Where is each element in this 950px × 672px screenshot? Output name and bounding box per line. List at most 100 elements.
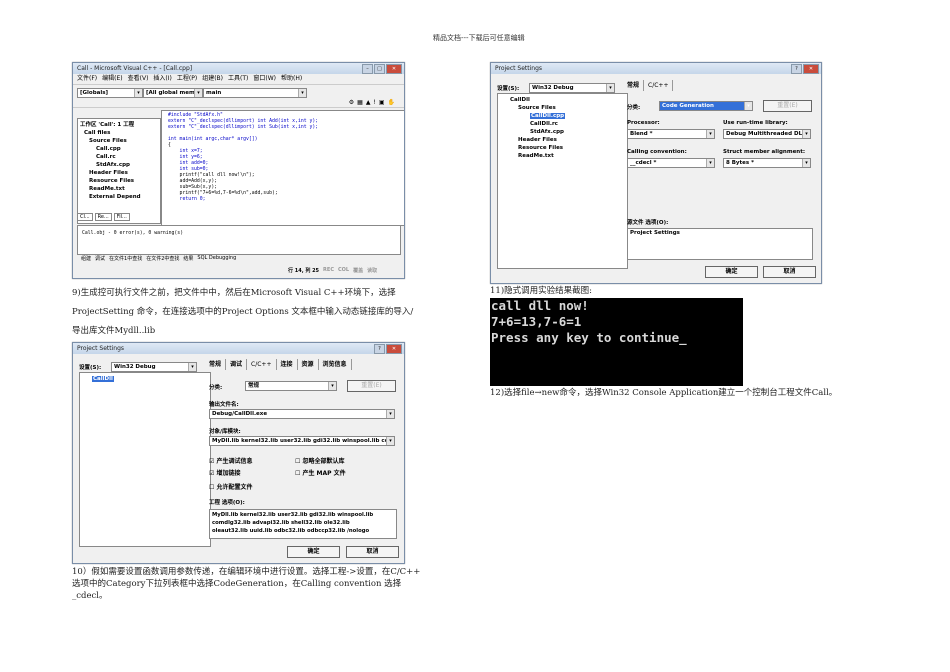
tree-readme[interactable]: ReadMe.txt: [504, 152, 621, 160]
tab-fileview[interactable]: Fil...: [113, 213, 130, 221]
cancel-button[interactable]: 取消: [763, 266, 816, 278]
checkbox-label: 允许配置文件: [216, 484, 253, 491]
tab-browse-info[interactable]: 浏览信息: [319, 359, 352, 370]
dialog-title: Project Settings: [77, 345, 125, 352]
menu-help[interactable]: 帮助(H): [281, 74, 302, 84]
settings-tabs: 常规 调试 C/C++ 连接 资源 浏览信息: [205, 359, 352, 370]
vc-ide-screenshot: Call - Microsoft Visual C++ - [Call.cpp]…: [72, 62, 405, 279]
tree-header-files[interactable]: Header Files: [80, 169, 158, 177]
tab-general[interactable]: 常规: [623, 80, 645, 91]
output-tab[interactable]: 结果: [183, 255, 193, 262]
checkbox-incremental[interactable]: ☑ 增加链接: [209, 468, 240, 477]
checkbox-label: 产生 MAP 文件: [302, 470, 346, 477]
calling-convention-combo[interactable]: __cdecl *: [627, 158, 715, 168]
tab-classview[interactable]: Cl...: [77, 213, 93, 221]
tab-debug[interactable]: 调试: [226, 359, 248, 370]
tree-calldll-cpp[interactable]: CallDll.cpp: [530, 113, 566, 119]
menu-insert[interactable]: 插入(I): [153, 74, 171, 84]
tree-external[interactable]: External Depend: [80, 193, 158, 201]
tree-resource-files[interactable]: Resource Files: [504, 144, 621, 152]
menu-project[interactable]: 工程(P): [177, 74, 197, 84]
settings-combo[interactable]: Win32 Debug: [111, 362, 197, 372]
maximize-icon[interactable]: □: [374, 64, 385, 74]
build-toolbar-icons[interactable]: ⚙▦▲!▣✋: [349, 99, 398, 106]
menu-window[interactable]: 窗口(W): [253, 74, 276, 84]
tree-resource-files[interactable]: Resource Files: [80, 177, 158, 185]
tree-call-cpp[interactable]: Call.cpp: [80, 145, 158, 153]
menu-build[interactable]: 组建(B): [202, 74, 223, 84]
menu-file[interactable]: 文件(F): [77, 74, 97, 84]
processor-label: Processor:: [627, 120, 660, 126]
help-icon[interactable]: ?: [791, 64, 802, 74]
function-combo[interactable]: main: [203, 88, 307, 98]
runtime-library-combo[interactable]: Debug Multithreaded DL: [723, 129, 811, 139]
tree-header-files[interactable]: Header Files: [504, 136, 621, 144]
status-rec: REC: [323, 267, 334, 273]
output-tab[interactable]: 在文件1中查找: [109, 255, 142, 262]
tree-call-files[interactable]: Call files: [80, 129, 158, 137]
struct-alignment-combo[interactable]: 8 Bytes *: [723, 158, 811, 168]
checkbox-label: 增加链接: [216, 470, 241, 477]
tree-stdafx[interactable]: StdAfx.cpp: [80, 161, 158, 169]
tree-calldll[interactable]: CallDll: [92, 376, 114, 382]
tree-calldll[interactable]: CallDll: [504, 96, 621, 104]
category-combo[interactable]: 常规: [245, 381, 337, 391]
checkbox-debug-info[interactable]: ☑ 产生调试信息: [209, 456, 252, 465]
tree-call-rc[interactable]: Call.rc: [80, 153, 158, 161]
processor-combo[interactable]: Blend *: [627, 129, 715, 139]
tab-cpp[interactable]: C/C++: [644, 80, 674, 91]
menu-bar: 文件(F) 编辑(E) 查看(V) 插入(I) 工程(P) 组建(B) 工具(T) 窗口(W)…: [73, 74, 404, 85]
close-icon[interactable]: ✕: [803, 64, 819, 74]
console-output-screenshot: call dll now! 7+6=13,7-6=1 Press any key…: [490, 298, 743, 386]
tab-general[interactable]: 常规: [205, 359, 227, 370]
checkbox-map-file[interactable]: ☐ 产生 MAP 文件: [295, 468, 346, 477]
category-combo[interactable]: Code Generation: [659, 101, 753, 111]
reset-button[interactable]: 重置(E): [347, 380, 396, 392]
document-page: 精品文档---下载后可任意编辑 Call - Microsoft Visual …: [0, 0, 950, 672]
menu-view[interactable]: 查看(V): [128, 74, 149, 84]
tree-readme[interactable]: ReadMe.txt: [80, 185, 158, 193]
ok-button[interactable]: 确定: [705, 266, 758, 278]
output-tab[interactable]: 在文件2中查找: [146, 255, 179, 262]
tab-link[interactable]: 连接: [277, 359, 298, 370]
output-filename-input[interactable]: Debug/CallDll.exe: [209, 409, 395, 419]
tree-stdafx[interactable]: StdAfx.cpp: [504, 128, 621, 136]
workspace-tabs: Cl... Re... Fil...: [77, 213, 130, 221]
text-line: comdlg32.lib advapi32.lib shell32.lib ol…: [212, 520, 350, 526]
menu-edit[interactable]: 编辑(E): [102, 74, 122, 84]
modules-input[interactable]: MyDll.lib kernel32.lib user32.lib gdi32.…: [209, 436, 395, 446]
settings-combo[interactable]: Win32 Debug: [529, 83, 615, 93]
title-bar: Project Settings? ✕: [73, 343, 404, 354]
output-tab[interactable]: 调试: [95, 255, 105, 262]
members-combo[interactable]: [All global members]: [143, 88, 203, 98]
tab-resourceview[interactable]: Re...: [94, 213, 112, 221]
tree-calldll-rc[interactable]: CallDll.rc: [504, 120, 621, 128]
globals-combo[interactable]: [Globals]: [77, 88, 143, 98]
minimize-icon[interactable]: –: [362, 64, 373, 74]
ok-button[interactable]: 确定: [287, 546, 340, 558]
struct-alignment-label: Struct member alignment:: [723, 149, 806, 155]
close-icon[interactable]: ✕: [386, 344, 402, 354]
menu-tools[interactable]: 工具(T): [228, 74, 248, 84]
step-12-paragraph: 12)选择file→new命令，选择Win32 Console Applicat…: [490, 388, 838, 398]
code-editor[interactable]: #include "StdAfx.h" extern "C"_declspec(d…: [161, 110, 404, 226]
help-icon[interactable]: ?: [374, 344, 385, 354]
output-tab[interactable]: SQL Debugging: [197, 255, 236, 262]
tab-cpp[interactable]: C/C++: [247, 359, 277, 370]
text-line: 9)生成控可执行文件之前，把文件中中，然后在Microsoft Visual C…: [72, 288, 396, 298]
source-options-textbox[interactable]: Project Settings: [627, 228, 813, 260]
checkbox-profiling[interactable]: ☐ 允许配置文件: [209, 482, 252, 491]
tree-source-files[interactable]: Source Files: [80, 137, 158, 145]
tab-resources[interactable]: 资源: [298, 359, 319, 370]
project-options-textbox[interactable]: MyDll.lib kernel32.lib user32.lib gdi32.…: [209, 509, 397, 539]
output-tab[interactable]: 组建: [81, 255, 91, 262]
close-icon[interactable]: ✕: [386, 64, 402, 74]
tree-source-files[interactable]: Source Files: [504, 104, 621, 112]
reset-button[interactable]: 重置(E): [763, 100, 812, 112]
category-label: 分类:: [209, 385, 223, 391]
cancel-button[interactable]: 取消: [346, 546, 399, 558]
checkbox-ignore-libs[interactable]: ☐ 忽略全部默认库: [295, 456, 344, 465]
settings-label: 设置(S):: [497, 86, 520, 92]
dialog-title: Project Settings: [495, 65, 543, 72]
tree-workspace[interactable]: 工作区 'Call': 1 工程: [80, 121, 158, 129]
